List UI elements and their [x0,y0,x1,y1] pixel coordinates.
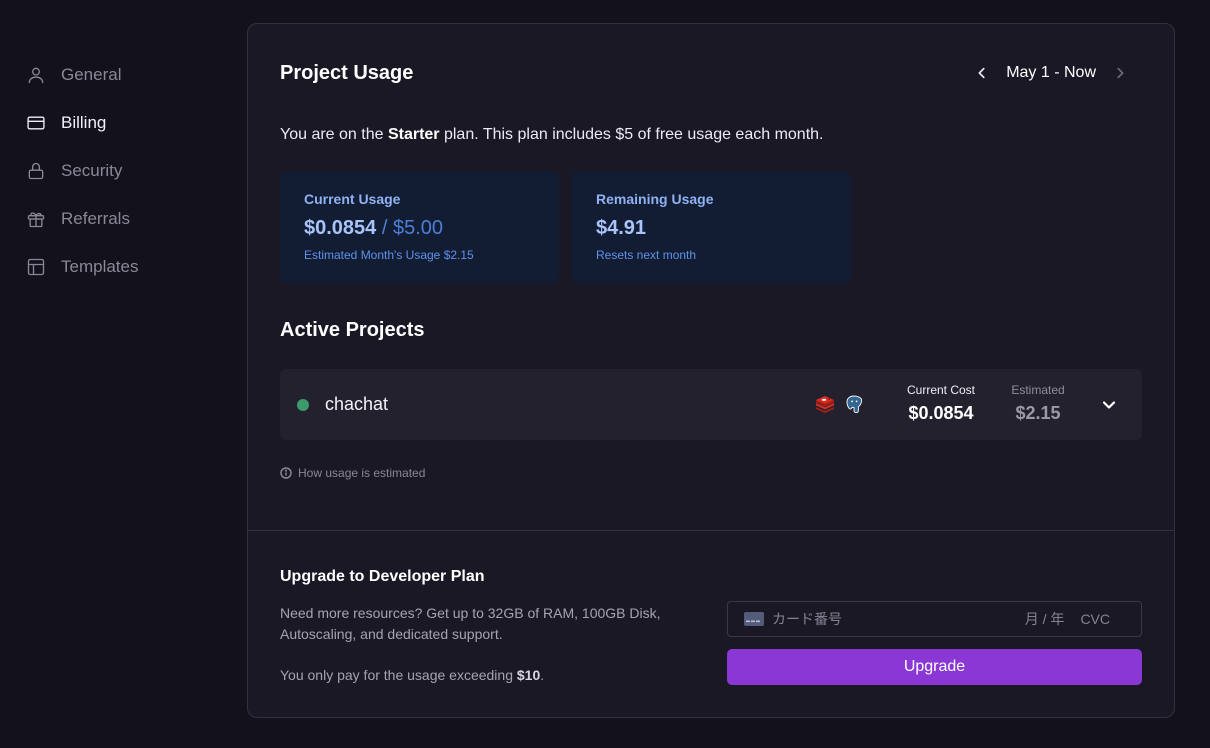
estimated-month-usage: Estimated Month's Usage $2.15 [304,248,474,262]
lock-icon [26,161,46,181]
postgresql-icon [844,394,864,414]
plan-name: Starter [387,126,440,143]
current-usage-label: Current Usage [304,191,401,207]
sidebar-item-general[interactable]: General [0,51,200,99]
credit-card-icon [744,612,764,626]
date-range-nav: May 1 - Now [974,64,1128,82]
reset-note: Resets next month [596,248,697,262]
current-cost-label: Current Cost [906,383,976,397]
remaining-usage-box: Remaining Usage $4.91 Resets next month [572,172,851,283]
layout-template-icon [26,257,46,277]
redis-icon [815,394,835,414]
current-usage-box: Current Usage $0.0854 / $5.00 Estimated … [280,172,559,283]
info-icon [280,467,292,479]
sidebar-item-label: Security [61,161,123,180]
usage-separator: / [376,217,393,239]
usage-limit: $5.00 [392,217,444,239]
sidebar-item-templates[interactable]: Templates [0,243,200,291]
card-cvc-field[interactable]: CVC [1080,611,1110,627]
current-usage-value: $0.0854 [304,217,377,239]
project-row[interactable]: chachat Current Cost $0.0854 Estimated $… [280,369,1142,440]
upgrade-pay-note: You only pay for the usage exceeding $10… [280,667,544,683]
sidebar-item-referrals[interactable]: Referrals [0,195,200,243]
estimated-cost: Estimated $2.15 [1005,383,1071,424]
plan-prefix: You are on the [280,126,388,143]
card-expiry-field[interactable]: 月 / 年 [1025,609,1065,629]
how-usage-estimated-link[interactable]: How usage is estimated [280,466,425,480]
section-divider [248,530,1174,531]
estimated-cost-label: Estimated [1011,383,1065,397]
current-cost-value: $0.0854 [908,403,974,423]
card-number-field[interactable]: カード番号 [772,609,1025,629]
estimated-cost-value: $2.15 [1015,403,1061,423]
remaining-usage-label: Remaining Usage [596,191,714,207]
upgrade-button[interactable]: Upgrade [727,649,1142,685]
active-projects-title: Active Projects [280,319,425,341]
credit-card-icon [26,113,46,133]
pay-threshold: $10 [516,667,541,683]
chevron-down-icon[interactable] [1100,396,1118,414]
upgrade-description: Need more resources? Get up to 32GB of R… [280,605,661,642]
user-icon [26,65,46,85]
plan-description: You are on the Starter plan. This plan i… [280,126,823,144]
billing-card: Project Usage May 1 - Now You are on the… [247,23,1175,718]
settings-sidebar: General Billing Security Referrals Templ… [0,51,200,291]
sidebar-item-security[interactable]: Security [0,147,200,195]
sidebar-item-label: Billing [61,113,107,132]
sidebar-item-label: Templates [61,257,139,276]
card-input[interactable]: カード番号 月 / 年 CVC [727,601,1142,637]
remaining-usage-amount: $4.91 [596,217,647,239]
upgrade-title: Upgrade to Developer Plan [280,568,485,585]
current-cost: Current Cost $0.0854 [903,383,979,424]
chevron-right-icon[interactable] [1112,65,1128,81]
how-usage-label: How usage is estimated [298,466,426,480]
project-name: chachat [325,394,389,414]
page-title: Project Usage [280,62,414,84]
sidebar-item-label: Referrals [61,209,130,228]
current-usage-amount: $0.0854 / $5.00 [304,217,535,240]
pay-suffix: . [540,667,545,683]
sidebar-item-billing[interactable]: Billing [0,99,200,147]
status-indicator [297,399,309,411]
date-range-label: May 1 - Now [1006,64,1096,81]
sidebar-item-label: General [61,65,122,84]
plan-suffix: plan. This plan includes $5 of free usag… [439,126,824,143]
chevron-left-icon[interactable] [974,65,990,81]
pay-prefix: You only pay for the usage exceeding [280,667,517,683]
gift-icon [26,209,46,229]
